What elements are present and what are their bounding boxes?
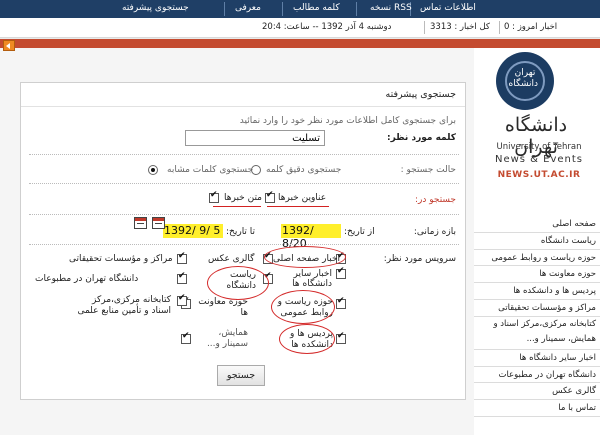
nav-articles-link[interactable]: کلمه مطالب [293,3,340,13]
search-mode-label: حالت جستجو : [400,165,456,175]
sidebar-item-other-universities[interactable]: اخبار سایر دانشگاه ها [474,350,600,367]
sidebar-item-central-library[interactable]: کتابخانه مرکزی،مرکز اسناد و همایش، سمینا… [474,317,600,350]
total-news-count: کل اخبار : 3313 [430,22,490,32]
sidebar-item-contact[interactable]: تماس با ما [474,400,600,417]
divider [29,183,459,184]
annotation-circle [279,324,335,354]
sidebar-pane: تهران دانشگاه دانشگاه تهران University o… [474,48,600,435]
logo-url: NEWS.UT.AC.IR [497,170,581,180]
date-range-label: بازه زمانی: [413,227,456,237]
form-title: جستجوی پیشرفته [385,89,456,100]
today-news-count: اخبار امروز : 0 [504,22,558,32]
seal-text: تهران دانشگاه [508,68,538,89]
mode-exact-label: جستجوی دقیق کلمه [266,165,342,175]
search-in-label: جستجو در: [414,195,456,205]
annotation-circle [271,290,335,324]
mode-similar-label: جستجوی کلمات مشابه [167,165,254,175]
info-bar: اخبار امروز : 0 کل اخبار : 3313 دوشنبه 4… [0,18,600,38]
accent-bar [0,39,600,48]
nav-divider [282,2,283,16]
service-research-centers-label: مراکز و مؤسسات تحقیقاتی [69,254,173,264]
sidebar-item-deputies[interactable]: حوزه معاونت ها [474,266,600,284]
sidebar-item-presidency[interactable]: ریاست دانشگاه [474,233,600,250]
search-body-checkbox[interactable] [209,190,219,203]
services-label: سرویس مورد نظر: [383,254,456,264]
university-seal-icon: تهران دانشگاه [496,52,554,110]
sidebar-menu: صفحه اصلی ریاست دانشگاه حوزه ریاست و روا… [474,216,600,417]
sidebar-item-public-relations[interactable]: حوزه ریاست و روابط عمومی [474,250,600,267]
service-library-label: کتابخانه مرکزی،مرکز اسناد و تأمین منابع … [77,295,171,316]
sidebar-item-gallery[interactable]: گالری عکس [474,383,600,401]
service-press-label: دانشگاه تهران در مطبوعات [35,274,139,284]
logo-news-events: News & Events [494,154,584,165]
date-from-label: از تاریخ: [344,227,375,237]
calendar-from-icon[interactable] [134,217,147,229]
sidebar-item-home[interactable]: صفحه اصلی [474,216,600,233]
sidebar-item-press[interactable]: دانشگاه تهران در مطبوعات [474,367,600,384]
service-public-relations-checkbox[interactable] [336,296,346,309]
sidebar-item-campuses[interactable]: پردیس ها و دانشکده ها [474,283,600,300]
service-gallery-label: گالری عکس [208,254,255,264]
mode-similar-radio[interactable] [148,165,158,175]
nav-advanced-search-link[interactable]: جستجوی پیشرفته [122,3,189,13]
keyword-input[interactable] [185,130,325,146]
calendar-to-icon[interactable] [152,217,165,229]
search-titles-label: عناوین خبرها [278,193,327,203]
service-other-universities-checkbox[interactable] [336,266,346,279]
service-other-universities-label: اخبار سایر دانشگاه ها [292,269,332,289]
service-seminar-checkbox[interactable] [181,331,191,344]
nav-divider [356,2,357,16]
back-arrow-icon[interactable] [3,40,15,51]
keyword-label: کلمه مورد نظر: [386,133,456,143]
service-deputies-label: حوزه معاونت ها [198,297,248,318]
info-divider [499,21,500,34]
top-nav-bar: اطلاعات تماس نسخه RSS کلمه مطالب معرفی ج… [0,0,600,18]
search-titles-checkbox[interactable] [265,190,275,203]
divider [29,154,459,155]
service-seminar-label: همایش، سمینار و... [206,328,248,349]
nav-divider [224,2,225,16]
sidebar-item-research-centers[interactable]: مراکز و مؤسسات تحقیقاتی [474,300,600,317]
form-instruction: برای جستجوی کامل اطلاعات مورد نظر خود را… [239,116,456,126]
date-to-label: تا تاریخ: [226,227,256,237]
form-header: جستجوی پیشرفته [21,83,465,107]
service-press-checkbox[interactable] [177,271,187,284]
divider [29,214,459,215]
annotation-circle [207,266,269,300]
service-research-centers-checkbox[interactable] [177,251,187,264]
search-body-label: متن خبرها [224,193,262,203]
nav-about-link[interactable]: معرفی [235,3,261,13]
service-library-checkbox[interactable] [177,293,187,306]
annotation-circle [264,246,346,268]
logo-english-name: University of Tehran [496,142,582,152]
date-from-field[interactable]: 1392/ 8/20 [281,224,341,250]
divider [29,244,459,245]
search-submit-button[interactable]: جستجو [217,365,265,386]
info-divider [424,21,425,34]
annotation-underline [213,206,261,207]
nav-rss-link[interactable]: نسخه RSS [370,3,412,13]
current-datetime: دوشنبه 4 آذر 1392 -- ساعت: 20:4 [262,22,392,32]
advanced-search-form: جستجوی پیشرفته برای جستجوی کامل اطلاعات … [20,82,466,400]
annotation-underline [267,206,329,207]
service-campuses-checkbox[interactable] [336,331,346,344]
date-to-field[interactable]: 1392/ 9/ 5 [163,224,223,238]
nav-contact-link[interactable]: اطلاعات تماس [420,3,476,13]
